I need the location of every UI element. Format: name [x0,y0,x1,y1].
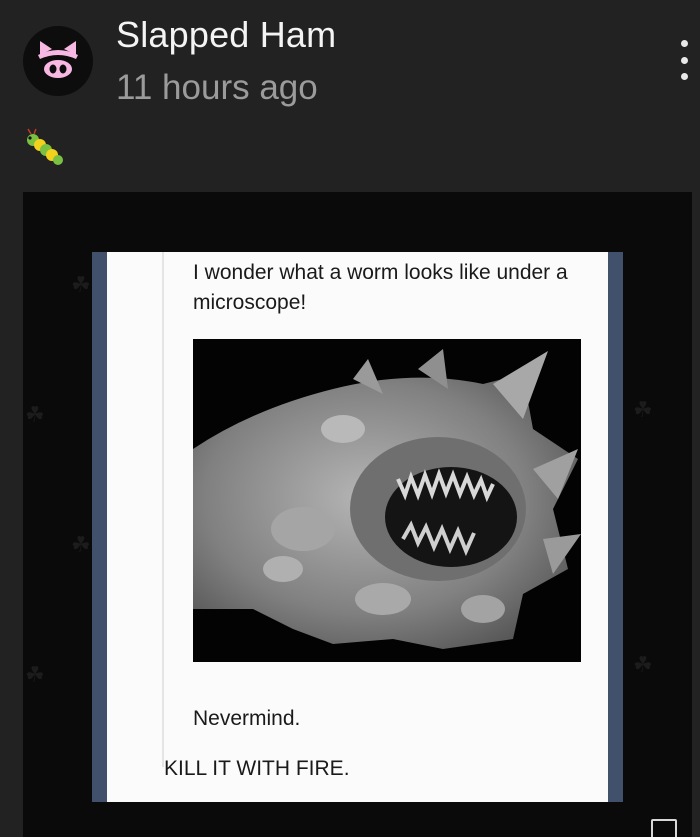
more-options-button[interactable] [674,40,694,80]
pig-face-icon [38,41,78,78]
author-name[interactable]: Slapped Ham [116,14,336,56]
watermark-icon: ☘ [71,272,91,297]
caterpillar-emoji-icon [24,128,64,168]
quote-divider [162,252,164,767]
meme-reply-kill-it: KILL IT WITH FIRE. [164,757,350,780]
avatar[interactable] [23,26,93,96]
more-vertical-icon [680,40,688,47]
meme-card: I wonder what a worm looks like under a … [92,252,623,802]
expand-image-icon[interactable] [651,819,677,837]
post-timestamp: 11 hours ago [116,68,318,107]
meme-reply-nevermind: Nevermind. [193,707,301,730]
meme-quote: I wonder what a worm looks like under a … [193,261,568,314]
post-image[interactable]: ☘ ☘ ☘ ☘ ☘ ☘ I wonder what a worm looks l… [23,192,692,837]
worm-microscope-image [193,339,581,662]
